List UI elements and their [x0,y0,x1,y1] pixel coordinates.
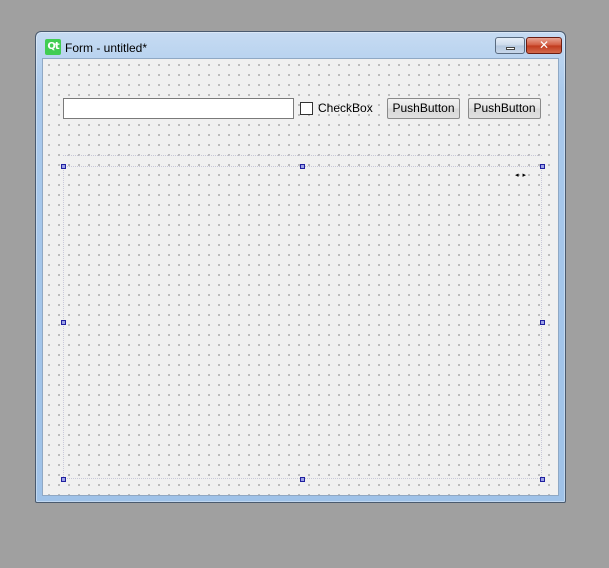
close-button[interactable]: ✕ [526,37,562,54]
push-button-2[interactable]: PushButton [468,98,541,119]
resize-handle-top-center[interactable] [300,164,305,169]
resize-handle-top-right[interactable] [540,164,545,169]
checkbox-label[interactable]: CheckBox [318,101,373,115]
title-bar[interactable]: Qt Form - untitled* ✕ [36,32,565,58]
resize-handle-bottom-center[interactable] [300,477,305,482]
minimize-button[interactable] [495,37,525,54]
layout-divider [63,155,542,156]
designer-form-window[interactable]: Qt Form - untitled* ✕ CheckBox PushButto… [35,31,566,503]
push-button-1[interactable]: PushButton [387,98,460,119]
resize-handle-bottom-right[interactable] [540,477,545,482]
resize-handle-middle-right[interactable] [540,320,545,325]
resize-handle-bottom-left[interactable] [61,477,66,482]
resize-handle-top-left[interactable] [61,164,66,169]
checkbox[interactable] [300,102,313,115]
resize-handle-middle-left[interactable] [61,320,66,325]
window-title: Form - untitled* [65,41,148,55]
close-icon: ✕ [538,38,550,52]
horizontal-resize-icon[interactable]: ◂▸ [515,171,530,179]
line-edit[interactable] [63,98,294,119]
qt-logo-icon: Qt [45,39,61,55]
selected-layout-area[interactable] [63,166,542,479]
form-canvas[interactable]: CheckBox PushButton PushButton ◂▸ [42,58,559,496]
